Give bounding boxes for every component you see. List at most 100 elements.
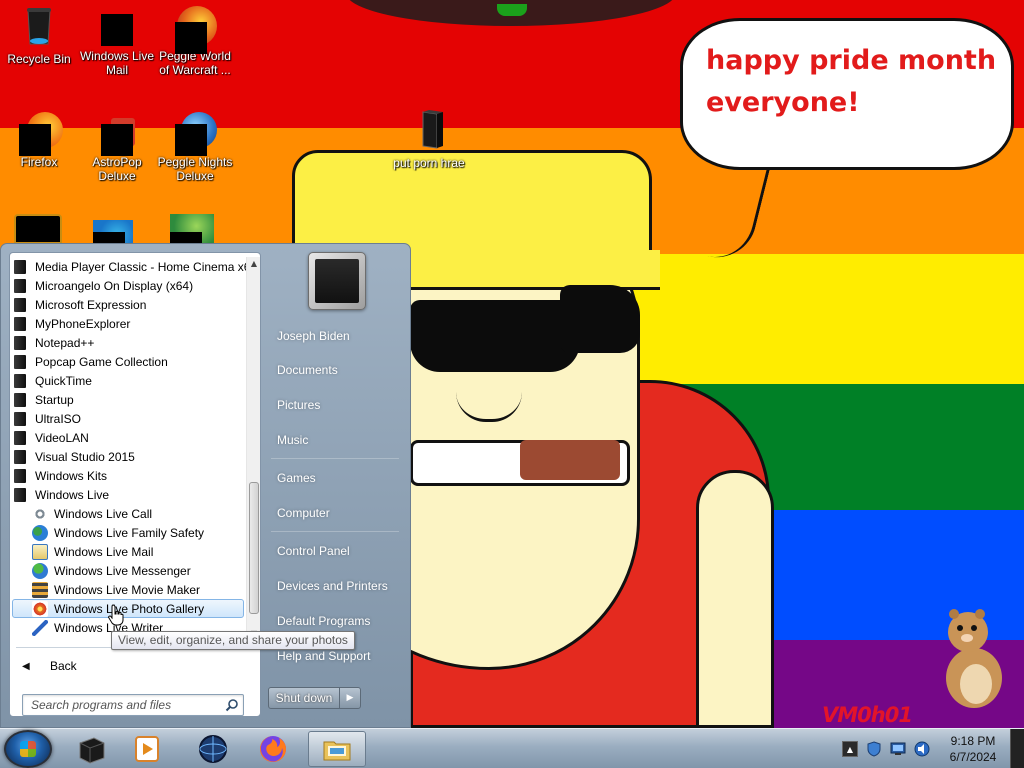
program-folder-item[interactable]: MyPhoneExplorer [10, 314, 246, 333]
desktop-icon-partial-2[interactable] [93, 220, 133, 244]
right-item-games[interactable]: Games [269, 464, 403, 492]
program-item[interactable]: Windows Live Messenger [10, 561, 246, 580]
desktop-icon-label: Peggle Nights Deluxe [157, 155, 233, 183]
taskbar-pinned-app-1[interactable] [62, 731, 120, 767]
watermark: VM0h01 [822, 703, 913, 727]
speech-bubble-text: happy pride month everyone! [706, 45, 997, 118]
user-picture[interactable] [308, 252, 366, 310]
show-desktop-button[interactable] [1010, 729, 1024, 768]
desktop-icon-partial-1[interactable] [14, 214, 62, 244]
right-item-pictures[interactable]: Pictures [269, 391, 403, 419]
program-label: Windows Live Photo Gallery [54, 601, 205, 616]
character-hat-brim [370, 250, 660, 290]
right-item-computer[interactable]: Computer [269, 499, 403, 527]
desktop-icon-peggle-nights[interactable]: Peggle Nights Deluxe [155, 112, 235, 183]
desktop-icon-windows-live-mail[interactable]: Windows Live Mail [77, 6, 157, 77]
folder-icon [14, 392, 26, 407]
taskbar-windows-explorer-active[interactable] [308, 731, 366, 767]
firefox-icon [260, 736, 286, 762]
program-label: VideoLAN [35, 430, 89, 445]
program-folder-item[interactable]: Notepad++ [10, 333, 246, 352]
media-player-icon [135, 736, 159, 762]
program-item[interactable]: Windows Live Movie Maker [10, 580, 246, 599]
character-sunglasses-right [560, 285, 640, 353]
desktop-icon-recycle-bin[interactable]: Recycle Bin [0, 6, 79, 66]
program-item[interactable]: Windows Live Family Safety [10, 523, 246, 542]
back-button[interactable]: ◀ Back [16, 653, 254, 679]
desktop-icon-label: Windows Live Mail [79, 49, 155, 77]
back-label: Back [50, 659, 77, 673]
program-icon [32, 505, 48, 522]
windows-live-mail-icon [101, 14, 133, 46]
program-item[interactable]: Windows Live Call [10, 504, 246, 523]
program-icon [32, 619, 48, 636]
desktop-icon-put-porn-hrae[interactable]: put porn hrae [389, 110, 469, 170]
search-input[interactable] [23, 695, 219, 715]
search-icon[interactable] [225, 698, 239, 712]
shutdown-button[interactable]: Shut down [268, 687, 340, 709]
tooltip: View, edit, organize, and share your pho… [111, 631, 355, 650]
taskbar-pinned-firefox[interactable] [244, 731, 302, 767]
desktop-icon-astropop[interactable]: AstroPop Deluxe [77, 112, 157, 183]
right-item-documents[interactable]: Documents [269, 356, 403, 384]
search-box[interactable] [22, 694, 244, 716]
volume-icon[interactable] [914, 741, 930, 757]
program-folder-item[interactable]: Visual Studio 2015 [10, 447, 246, 466]
desktop-icon-label: Recycle Bin [7, 52, 71, 66]
program-label: Startup [35, 392, 74, 407]
character-sunglasses [410, 300, 580, 372]
clock-time: 9:18 PM [950, 734, 996, 748]
taskbar-pinned-media-player[interactable] [118, 731, 176, 767]
program-label: Windows Live Movie Maker [54, 582, 201, 597]
right-item-music[interactable]: Music [269, 426, 403, 454]
folder-icon [14, 316, 26, 331]
program-folder-item[interactable]: Microsoft Expression [10, 295, 246, 314]
desktop-icon-firefox[interactable]: Firefox [0, 112, 79, 169]
folder-icon [14, 449, 26, 464]
taskbar-pinned-globe-app[interactable] [184, 731, 242, 767]
folder-icon [14, 373, 26, 388]
folder-icon [14, 468, 26, 483]
desktop-icon-label: AstroPop Deluxe [92, 155, 142, 183]
show-hidden-icons-button[interactable]: ▲ [842, 741, 858, 757]
program-folder-item[interactable]: Microangelo On Display (x64) [10, 276, 246, 295]
folder-icon [14, 278, 26, 293]
system-clock[interactable]: 9:18 PM 6/7/2024 [940, 733, 1006, 765]
scrollbar-thumb[interactable] [249, 482, 259, 614]
program-folder-item[interactable]: Startup [10, 390, 246, 409]
right-separator [271, 531, 399, 532]
folder-icon [14, 297, 26, 312]
program-item[interactable]: Windows Live Photo Gallery [12, 599, 244, 618]
program-folder-item[interactable]: Popcap Game Collection [10, 352, 246, 371]
character-arm [696, 470, 774, 728]
security-shield-icon[interactable] [866, 741, 882, 757]
program-label: Windows Live [35, 487, 110, 502]
black-box-app-icon [79, 737, 105, 764]
program-folder-item[interactable]: QuickTime [10, 371, 246, 390]
character-cigar [520, 440, 620, 480]
right-item-devices-and-printers[interactable]: Devices and Printers [269, 572, 403, 600]
shutdown-options-arrow-icon[interactable]: ▶ [339, 687, 361, 709]
program-list-scrollbar[interactable]: ▲ ▼ [246, 257, 260, 641]
right-item-control-panel[interactable]: Control Panel [269, 537, 403, 565]
network-icon[interactable] [890, 741, 906, 757]
start-button[interactable] [4, 730, 52, 768]
hand-cursor-icon [108, 604, 124, 626]
program-folder-item[interactable]: Windows Live [10, 485, 246, 504]
program-folder-item[interactable]: Media Player Classic - Home Cinema x64 [10, 257, 246, 276]
program-item[interactable]: Windows Live Mail [10, 542, 246, 561]
desktop-icon-peggle-wow[interactable]: Peggle World of Warcraft ... [155, 6, 235, 77]
desktop-icon-partial-3[interactable] [170, 214, 214, 244]
program-label: UltraISO [35, 411, 82, 426]
program-folder-item[interactable]: Windows Kits [10, 466, 246, 485]
user-picture-image [315, 259, 359, 303]
scroll-up-arrow-icon[interactable]: ▲ [247, 257, 261, 271]
right-item-user[interactable]: Joseph Biden [269, 322, 403, 350]
program-label: Windows Kits [35, 468, 108, 483]
program-folder-item[interactable]: UltraISO [10, 409, 246, 428]
folder-icon [14, 335, 26, 350]
all-programs-list: Media Player Classic - Home Cinema x64 Mi… [10, 257, 246, 641]
program-folder-item[interactable]: VideoLAN [10, 428, 246, 447]
peggle-wow-icon [175, 6, 217, 54]
computer-tower-icon [422, 110, 443, 149]
